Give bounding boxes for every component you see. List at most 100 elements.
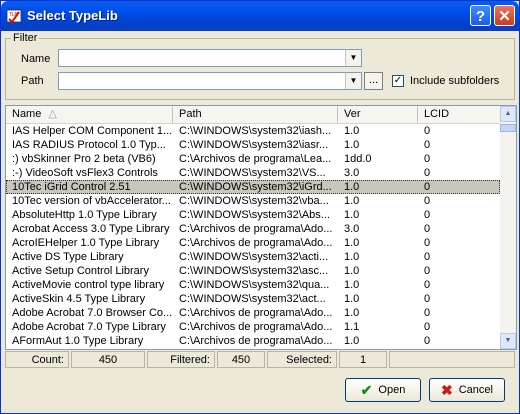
status-bar: Count: 450 Filtered: 450 Selected: 1 <box>5 351 515 369</box>
filter-legend: Filter <box>11 32 40 44</box>
cancel-button[interactable]: ✖ Cancel <box>429 378 505 402</box>
help-button[interactable]: ? <box>470 5 491 26</box>
cell-lcid: 0 <box>424 335 431 347</box>
cell-ver: 1.0 <box>344 125 360 137</box>
cell-path: C:\WINDOWS\system32\VS... <box>179 167 326 179</box>
table-row[interactable]: Active DS Type Library C:\WINDOWS\system3… <box>6 250 500 264</box>
scroll-down-button[interactable]: ▼ <box>500 333 516 349</box>
scrollbar-thumb[interactable] <box>500 124 516 132</box>
table-row[interactable]: 10Tec version of vbAccelerator... C:\WIND… <box>6 194 500 208</box>
open-button-label: Open <box>378 384 406 396</box>
filtered-label: Filtered: <box>147 351 215 368</box>
include-subfolders-label[interactable]: Include subfolders <box>410 75 499 87</box>
cell-path: C:\WINDOWS\system32\acti... <box>179 251 329 263</box>
column-header-ver[interactable]: Ver <box>338 106 418 123</box>
cell-lcid: 0 <box>424 223 431 235</box>
filtered-value: 450 <box>217 351 265 368</box>
cell-lcid: 0 <box>424 167 431 179</box>
cell-path: C:\WINDOWS\system32\iash... <box>179 125 332 137</box>
vertical-scrollbar[interactable]: ▲ ▼ <box>500 106 516 349</box>
table-row[interactable]: Active Setup Control Library C:\WINDOWS\s… <box>6 264 500 278</box>
table-row[interactable]: Adobe Acrobat 7.0 Browser Co... C:\Archiv… <box>6 306 500 320</box>
chevron-down-icon: ▼ <box>349 76 358 85</box>
table-row[interactable]: AbsoluteHttp 1.0 Type Library C:\WINDOWS\… <box>6 208 500 222</box>
cell-lcid: 0 <box>424 307 431 319</box>
cell-ver: 1.0 <box>344 307 360 319</box>
column-path-label: Path <box>179 108 202 120</box>
table-row-selected[interactable]: 10Tec iGrid Control 2.51 C:\WINDOWS\syste… <box>6 180 500 194</box>
filter-group <box>5 38 515 100</box>
check-icon: ✔ <box>360 382 373 399</box>
cell-ver: 1.0 <box>344 265 360 277</box>
cell-path: C:\Archivos de programa\Ado... <box>179 223 333 235</box>
cell-ver: 1.0 <box>344 195 360 207</box>
cell-ver: 3.0 <box>344 223 360 235</box>
cell-path: C:\WINDOWS\system32\act... <box>179 293 326 305</box>
column-header-name[interactable]: Name △ <box>6 106 173 123</box>
select-typelib-dialog: TLB Select TypeLib ? ✕ Filter Name ▼ Pat… <box>0 0 520 414</box>
path-combobox[interactable]: ▼ <box>58 72 362 90</box>
cell-path: C:\Archivos de programa\Ado... <box>179 335 333 347</box>
cell-lcid: 0 <box>424 139 431 151</box>
open-button[interactable]: ✔ Open <box>345 378 421 402</box>
name-dropdown-arrow[interactable]: ▼ <box>345 50 361 66</box>
cell-path: C:\WINDOWS\system32\iGrd... <box>179 181 332 193</box>
table-row[interactable]: ActiveMovie control type library C:\WINDO… <box>6 278 500 292</box>
cell-name: AbsoluteHttp 1.0 Type Library <box>12 209 157 221</box>
typelib-list[interactable]: Name △ Path Ver LCID IAS Helper COM Comp… <box>5 105 517 350</box>
browse-path-button[interactable]: ... <box>364 72 383 90</box>
cell-ver: 1.0 <box>344 139 360 151</box>
cell-name: 10Tec version of vbAccelerator... <box>12 195 171 207</box>
window-title: Select TypeLib <box>27 8 118 23</box>
table-row[interactable]: Adobe Acrobat 7.0 Type Library C:\Archivo… <box>6 320 500 334</box>
cell-name: Acrobat Access 3.0 Type Library <box>12 223 170 235</box>
cell-ver: 1.0 <box>344 237 360 249</box>
column-lcid-label: LCID <box>424 108 450 120</box>
cell-name: Adobe Acrobat 7.0 Type Library <box>12 321 166 333</box>
table-row[interactable]: AFormAut 1.0 Type Library C:\Archivos de … <box>6 334 500 348</box>
scroll-down-icon: ▼ <box>504 337 512 344</box>
cell-lcid: 0 <box>424 125 431 137</box>
browse-label: ... <box>368 74 379 86</box>
cell-ver: 1.1 <box>344 321 360 333</box>
chevron-down-icon: ▼ <box>349 53 358 62</box>
cell-path: C:\Archivos de programa\Ado... <box>179 307 333 319</box>
cell-name: 10Tec iGrid Control 2.51 <box>12 181 131 193</box>
cell-lcid: 0 <box>424 265 431 277</box>
cell-ver: 1.0 <box>344 293 360 305</box>
table-row[interactable]: IAS Helper COM Component 1.... C:\WINDOWS… <box>6 124 500 138</box>
cell-path: C:\WINDOWS\system32\qua... <box>179 279 330 291</box>
include-subfolders-checkbox[interactable]: ✓ <box>392 75 404 87</box>
scroll-up-icon: ▲ <box>504 110 512 117</box>
table-row[interactable]: IAS RADIUS Protocol 1.0 Typ... C:\WINDOWS… <box>6 138 500 152</box>
cell-ver: 3.0 <box>344 167 360 179</box>
path-dropdown-arrow[interactable]: ▼ <box>345 73 361 89</box>
table-row[interactable]: AcroIEHelper 1.0 Type Library C:\Archivos… <box>6 236 500 250</box>
title-bar[interactable]: TLB Select TypeLib ? ✕ <box>1 1 519 31</box>
cell-path: C:\Archivos de programa\Ado... <box>179 237 333 249</box>
cancel-button-label: Cancel <box>458 384 493 396</box>
name-combobox[interactable]: ▼ <box>58 49 362 67</box>
table-row[interactable]: Acrobat Access 3.0 Type Library C:\Archiv… <box>6 222 500 236</box>
close-button[interactable]: ✕ <box>494 5 515 26</box>
cell-lcid: 0 <box>424 321 431 333</box>
cell-lcid: 0 <box>424 195 431 207</box>
cell-path: C:\WINDOWS\system32\asc... <box>179 265 329 277</box>
cell-name: :) vbSkinner Pro 2 beta (VB6) <box>12 153 156 165</box>
table-row[interactable]: ActiveSkin 4.5 Type Library C:\WINDOWS\sy… <box>6 292 500 306</box>
count-label: Count: <box>5 351 69 368</box>
selected-value: 1 <box>339 351 387 368</box>
cell-path: C:\WINDOWS\system32\iasr... <box>179 139 329 151</box>
cell-ver: 1.0 <box>344 279 360 291</box>
list-rows: IAS Helper COM Component 1.... C:\WINDOWS… <box>6 124 500 348</box>
table-row[interactable]: :-) VideoSoft vsFlex3 Controls C:\WINDOWS… <box>6 166 500 180</box>
cell-ver: 1.0 <box>344 335 360 347</box>
cell-ver: 1.0 <box>344 251 360 263</box>
cell-lcid: 0 <box>424 279 431 291</box>
cell-name: IAS RADIUS Protocol 1.0 Typ... <box>12 139 166 151</box>
cell-name: AcroIEHelper 1.0 Type Library <box>12 237 160 249</box>
column-header-path[interactable]: Path <box>173 106 338 123</box>
column-header-lcid[interactable]: LCID <box>418 106 500 123</box>
scroll-up-button[interactable]: ▲ <box>500 106 516 122</box>
table-row[interactable]: :) vbSkinner Pro 2 beta (VB6) C:\Archivos… <box>6 152 500 166</box>
